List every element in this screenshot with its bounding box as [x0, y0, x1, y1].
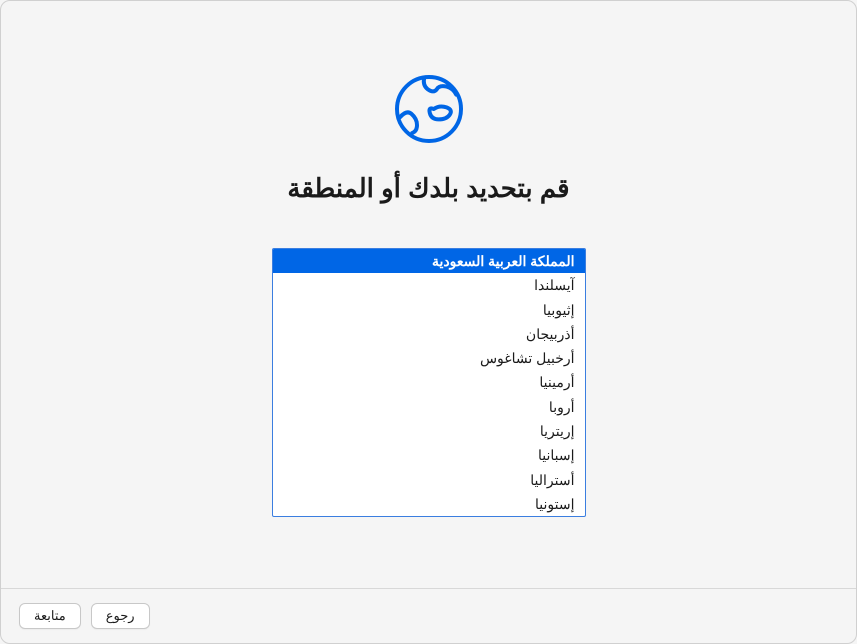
country-item[interactable]: أروبا	[273, 395, 585, 419]
country-item[interactable]: أستراليا	[273, 468, 585, 492]
country-item[interactable]: أرخبيل تشاغوس	[273, 346, 585, 370]
country-list[interactable]: المملكة العربية السعوديةآيسلنداإثيوبياأذ…	[272, 248, 586, 517]
country-item[interactable]: إستونيا	[273, 492, 585, 516]
country-item[interactable]: أذربيجان	[273, 322, 585, 346]
country-item[interactable]: المملكة العربية السعودية	[273, 249, 585, 273]
country-item[interactable]: إريتريا	[273, 419, 585, 443]
setup-window: قم بتحديد بلدك أو المنطقة المملكة العربي…	[0, 0, 857, 644]
country-item[interactable]: آيسلندا	[273, 273, 585, 297]
content-area: قم بتحديد بلدك أو المنطقة المملكة العربي…	[1, 1, 856, 588]
continue-button[interactable]: متابعة	[19, 603, 81, 629]
country-item[interactable]: إثيوبيا	[273, 298, 585, 322]
country-item[interactable]: أرمينيا	[273, 370, 585, 394]
page-title: قم بتحديد بلدك أو المنطقة	[287, 173, 569, 204]
footer-bar: متابعة رجوع	[1, 588, 856, 643]
globe-icon	[389, 69, 469, 149]
back-button[interactable]: رجوع	[91, 603, 150, 629]
country-item[interactable]: إسبانيا	[273, 443, 585, 467]
